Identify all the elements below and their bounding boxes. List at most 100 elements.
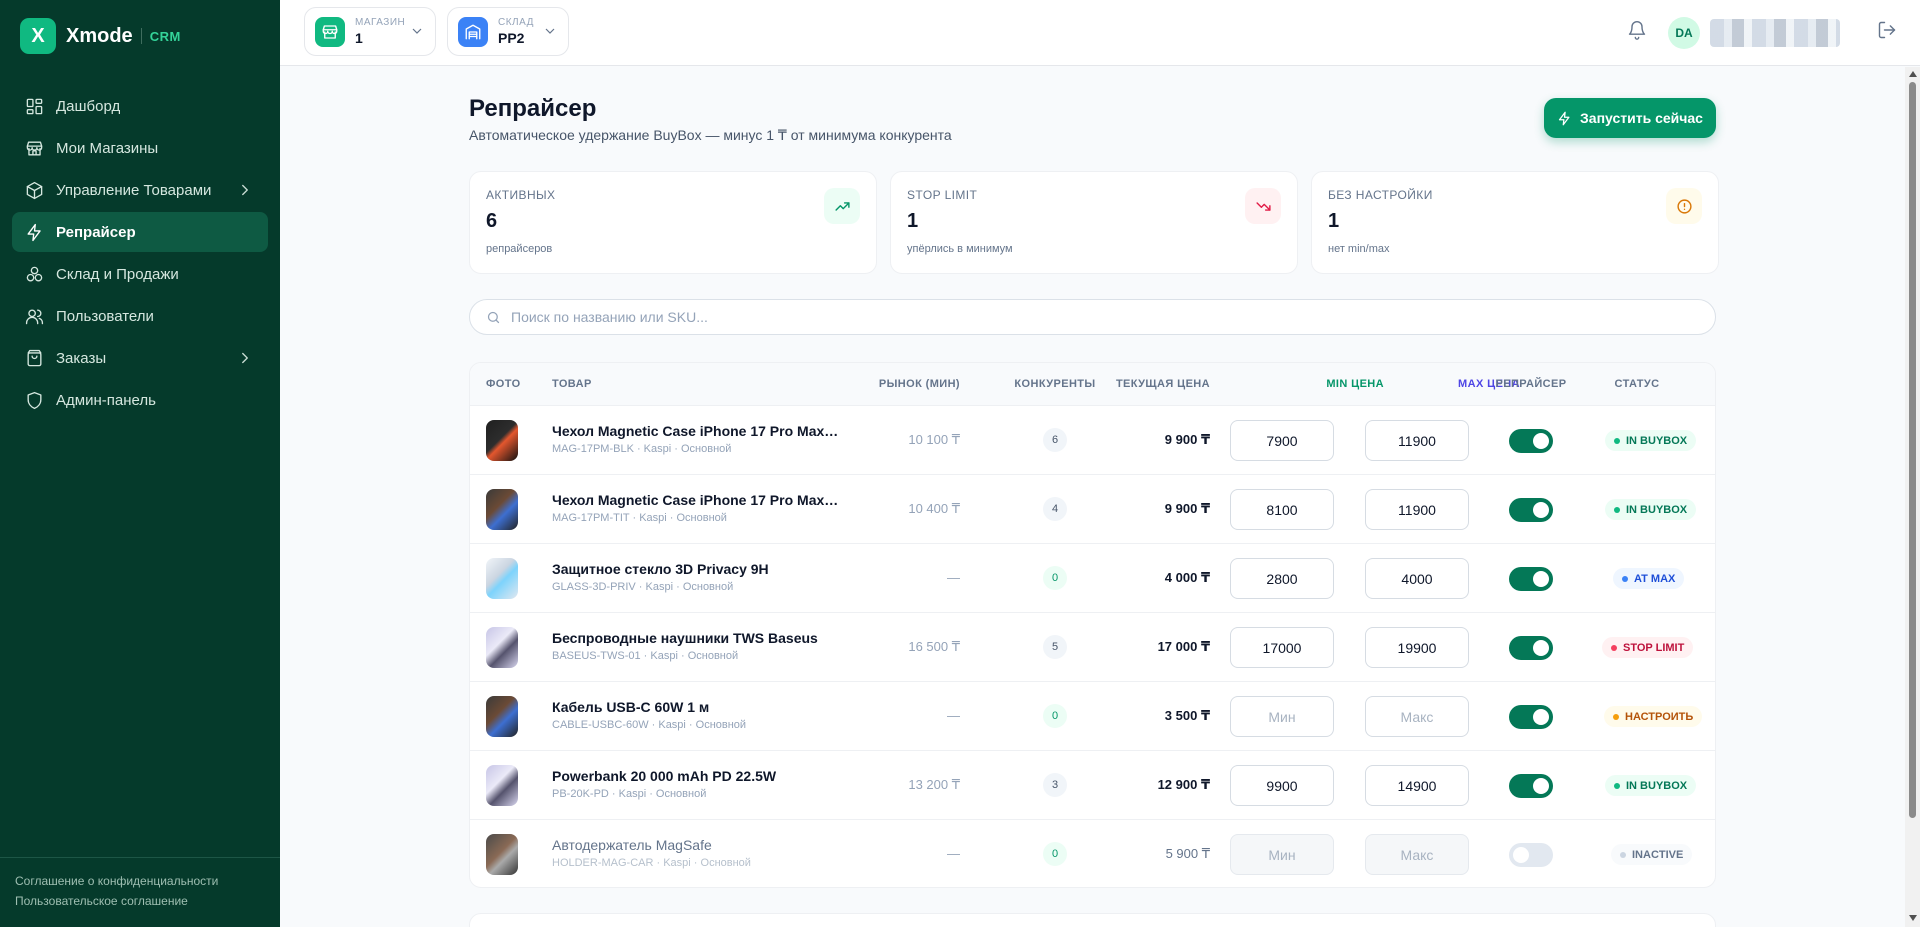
scroll-up-arrow[interactable] [1909, 71, 1917, 77]
product-sku: HOLDER-MAG-CAR · Kaspi · Основной [552, 857, 751, 869]
repricer-toggle[interactable] [1509, 567, 1553, 591]
market-min-price: 10 400 ₸ [908, 501, 960, 516]
min-price-input[interactable] [1230, 696, 1334, 737]
stat-label: АКТИВНЫХ [486, 188, 556, 202]
product-sku: BASEUS-TWS-01 · Kaspi · Основной [552, 650, 739, 662]
product-name[interactable]: Автодержатель MagSafe [552, 837, 712, 853]
bell-icon[interactable] [1627, 20, 1651, 44]
min-price-input[interactable] [1230, 834, 1334, 875]
product-name[interactable]: Чехол Magnetic Case iPhone 17 Pro Max (Т… [552, 492, 842, 508]
market-min-price: 16 500 ₸ [908, 639, 960, 654]
table-row: Защитное стекло 3D Privacy 9H GLASS-3D-P… [470, 544, 1715, 613]
min-price-input[interactable] [1230, 765, 1334, 806]
store-selector-label: МАГАЗИН [355, 16, 406, 28]
status-badge: AT MAX [1613, 568, 1685, 589]
current-price: 4 000 ₸ [1164, 570, 1210, 585]
status-dot [1622, 575, 1628, 582]
avatar[interactable]: DA [1668, 17, 1700, 49]
product-thumbnail[interactable] [486, 627, 518, 668]
product-name[interactable]: Чехол Magnetic Case iPhone 17 Pro Max (Ч… [552, 423, 842, 439]
market-min-price: 10 100 ₸ [908, 432, 960, 447]
max-price-input[interactable] [1365, 489, 1469, 530]
dashboard-icon [24, 96, 44, 116]
min-price-input[interactable] [1230, 420, 1334, 461]
sidebar-item-label: Админ-панель [56, 391, 156, 409]
current-price: 12 900 ₸ [1157, 777, 1210, 792]
repricer-toggle[interactable] [1509, 636, 1553, 660]
product-name[interactable]: Беспроводные наушники TWS Baseus [552, 630, 818, 646]
trending-up-icon [824, 188, 860, 224]
status-label: IN BUYBOX [1626, 434, 1688, 447]
repricer-toggle[interactable] [1509, 705, 1553, 729]
box-icon [24, 180, 44, 200]
status-badge: IN BUYBOX [1605, 499, 1697, 520]
product-sku: CABLE-USBC-60W · Kaspi · Основной [552, 719, 747, 731]
sidebar-item-warehouse[interactable]: Склад и Продажи [12, 254, 268, 294]
max-price-input[interactable] [1365, 696, 1469, 737]
product-thumbnail[interactable] [486, 696, 518, 737]
store-selector[interactable]: МАГАЗИН 1 [304, 7, 436, 56]
product-sku: MAG-17PM-BLK · Kaspi · Основной [552, 443, 732, 455]
logout-icon[interactable] [1877, 20, 1901, 44]
product-name[interactable]: Кабель USB-C 60W 1 м [552, 699, 709, 715]
warehouse-selector[interactable]: СКЛАД PP2 [447, 7, 569, 56]
user-name-redacted[interactable] [1710, 19, 1840, 47]
repricer-toggle[interactable] [1509, 843, 1553, 867]
min-price-input[interactable] [1230, 489, 1334, 530]
sidebar-item-users[interactable]: Пользователи [12, 296, 268, 336]
current-price: 3 500 ₸ [1164, 708, 1210, 723]
chevron-right-icon [236, 181, 254, 199]
col-market: РЫНОК (МИН) [878, 378, 960, 390]
brand[interactable]: X Xmode CRM [20, 18, 181, 54]
sidebar-item-admin[interactable]: Админ-панель [12, 380, 268, 420]
repricer-toggle[interactable] [1509, 774, 1553, 798]
run-now-label: Запустить сейчас [1580, 110, 1703, 126]
page-subtitle: Автоматическое удержание BuyBox — минус … [469, 127, 952, 143]
sidebar: X Xmode CRM Дашборд Мои Магазины Управле… [0, 0, 280, 927]
scroll-down-arrow[interactable] [1909, 915, 1917, 921]
sidebar-item-stores[interactable]: Мои Магазины [12, 128, 268, 168]
current-price: 5 900 ₸ [1165, 846, 1210, 861]
min-price-input[interactable] [1230, 558, 1334, 599]
scrollbar-thumb[interactable] [1909, 82, 1916, 818]
max-price-input[interactable] [1365, 834, 1469, 875]
chevron-down-icon [542, 23, 558, 44]
product-name[interactable]: Powerbank 20 000 mAh PD 22.5W [552, 768, 776, 784]
run-now-button[interactable]: Запустить сейчас [1544, 98, 1716, 138]
current-price: 9 900 ₸ [1164, 432, 1210, 447]
sidebar-item-label: Пользователи [56, 307, 154, 325]
product-thumbnail[interactable] [486, 765, 518, 806]
store-selector-value: 1 [355, 29, 363, 46]
bolt-icon [1558, 111, 1570, 125]
chevron-down-icon [409, 23, 425, 44]
repricer-toggle[interactable] [1509, 498, 1553, 522]
warehouse-selector-value: PP2 [498, 29, 525, 46]
max-price-input[interactable] [1365, 420, 1469, 461]
sidebar-item-repricer[interactable]: Репрайсер [12, 212, 268, 252]
product-thumbnail[interactable] [486, 489, 518, 530]
search-input[interactable] [511, 309, 1691, 325]
min-price-input[interactable] [1230, 627, 1334, 668]
status-dot [1614, 506, 1620, 513]
product-thumbnail[interactable] [486, 834, 518, 875]
repricer-toggle[interactable] [1509, 429, 1553, 453]
max-price-input[interactable] [1365, 558, 1469, 599]
max-price-input[interactable] [1365, 627, 1469, 668]
product-thumbnail[interactable] [486, 420, 518, 461]
privacy-link[interactable]: Соглашение о конфиденциальности [15, 874, 265, 888]
terms-link[interactable]: Пользовательское соглашение [15, 894, 265, 908]
product-name[interactable]: Защитное стекло 3D Privacy 9H [552, 561, 769, 577]
col-photo: ФОТО [486, 378, 521, 390]
page-title: Репрайсер [469, 95, 597, 122]
sidebar-item-orders[interactable]: Заказы [12, 338, 268, 378]
sidebar-item-dashboard[interactable]: Дашборд [12, 86, 268, 126]
product-thumbnail[interactable] [486, 558, 518, 599]
stat-value: 6 [486, 210, 498, 232]
market-min-price: 13 200 ₸ [908, 777, 960, 792]
status-dot [1614, 782, 1620, 789]
search-icon [487, 311, 500, 323]
stat-card-active: АКТИВНЫХ 6 репрайсеров [469, 171, 877, 274]
sidebar-item-products[interactable]: Управление Товарами [12, 170, 268, 210]
bag-icon [24, 348, 44, 368]
max-price-input[interactable] [1365, 765, 1469, 806]
